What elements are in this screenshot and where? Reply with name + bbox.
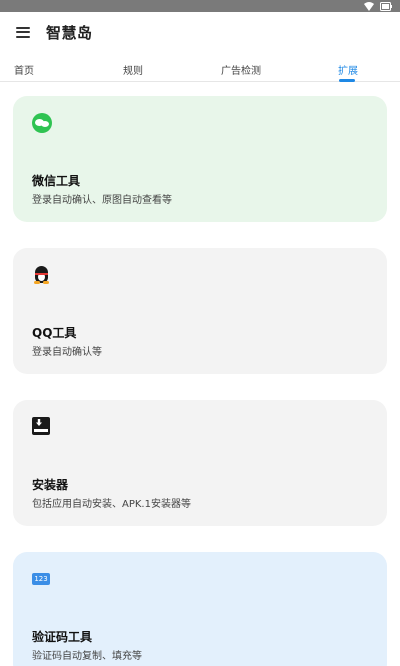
menu-icon[interactable]: [16, 26, 30, 38]
tab-extensions[interactable]: 扩展: [338, 62, 358, 77]
card-title: 安装器: [32, 478, 69, 492]
tab-ad-detection[interactable]: 广告检测: [221, 62, 261, 77]
card-description: 登录自动确认、原图自动查看等: [32, 195, 172, 206]
tab-rules[interactable]: 规则: [123, 62, 143, 77]
tab-indicator: [339, 79, 355, 82]
qq-icon: [32, 265, 52, 285]
tab-bar: 首页 规则 广告检测 扩展: [0, 52, 400, 82]
tab-home[interactable]: 首页: [14, 62, 34, 77]
app-bar: 智慧岛: [0, 12, 400, 52]
card-description: 验证码自动复制、填充等: [32, 651, 142, 662]
card-title: 验证码工具: [32, 630, 93, 644]
download-box-icon: [32, 417, 52, 437]
status-icons: [364, 1, 392, 11]
card-description: 登录自动确认等: [32, 347, 102, 358]
wifi-icon: [364, 1, 374, 11]
card-title: 微信工具: [32, 174, 81, 188]
extensions-list: 微信工具 登录自动确认、原图自动查看等 QQ工具 登录自动确认等 安装器 包括应…: [0, 82, 400, 666]
123-icon: 123: [32, 569, 52, 589]
app-title: 智慧岛: [46, 23, 93, 42]
wechat-icon: [32, 113, 52, 133]
card-wechat-tools[interactable]: 微信工具 登录自动确认、原图自动查看等: [13, 96, 387, 222]
card-description: 包括应用自动安装、APK.1安装器等: [32, 499, 191, 510]
status-bar: [0, 0, 400, 12]
card-installer[interactable]: 安装器 包括应用自动安装、APK.1安装器等: [13, 400, 387, 526]
battery-icon: [380, 1, 392, 11]
card-qq-tools[interactable]: QQ工具 登录自动确认等: [13, 248, 387, 374]
card-captcha-tools[interactable]: 123 验证码工具 验证码自动复制、填充等: [13, 552, 387, 666]
card-title: QQ工具: [32, 326, 77, 340]
